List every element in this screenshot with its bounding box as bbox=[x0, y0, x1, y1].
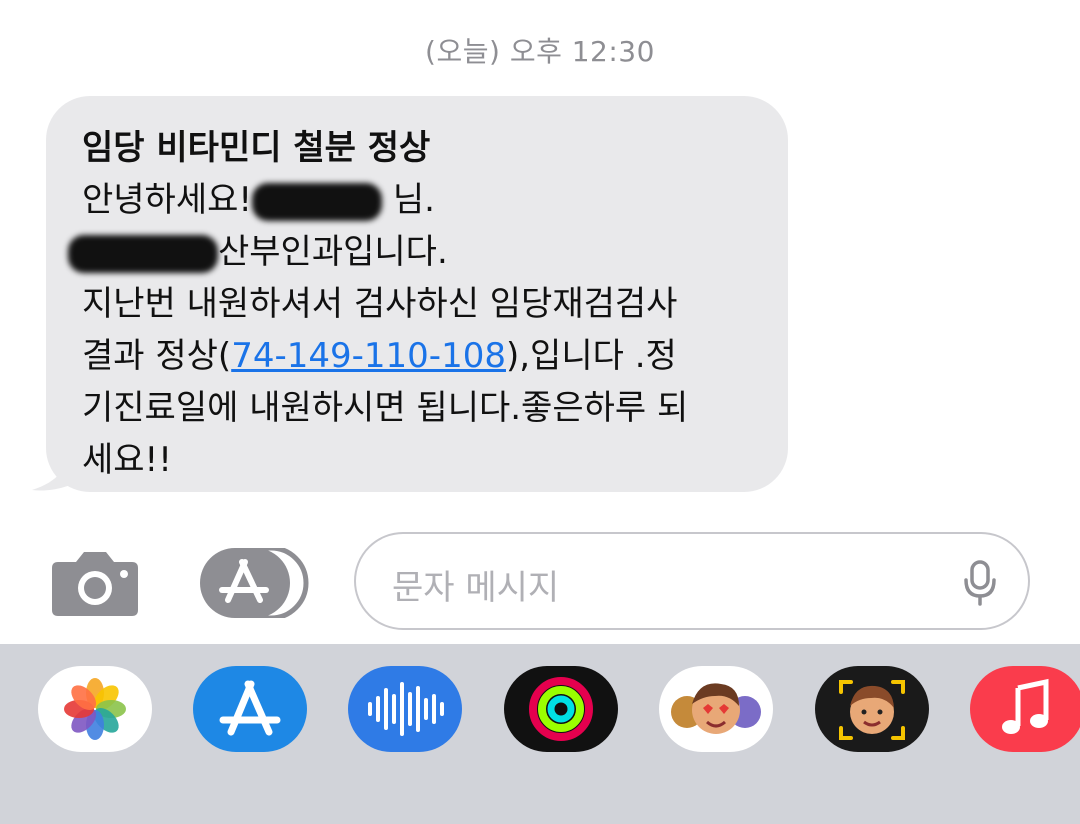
memoji-stickers-app-icon[interactable] bbox=[659, 666, 773, 752]
message-line-2: 산부인과입니다. bbox=[68, 226, 772, 278]
result-text-end: ),입니다 .정 bbox=[505, 336, 677, 376]
message-input[interactable]: 문자 메시지 bbox=[354, 532, 1030, 630]
message-timestamp: (오늘) 오후 12:30 bbox=[425, 35, 655, 68]
phone-number-link[interactable]: 74-149-110-108 bbox=[231, 336, 506, 376]
memoji-stickers-icon bbox=[671, 683, 761, 734]
microphone-icon[interactable] bbox=[962, 560, 998, 606]
activity-app-icon[interactable] bbox=[504, 666, 618, 752]
app-store-app-icon[interactable] bbox=[193, 666, 307, 752]
app-store-icon[interactable] bbox=[198, 548, 310, 618]
camera-icon[interactable] bbox=[50, 548, 140, 618]
honorific-text: 님. bbox=[392, 180, 435, 220]
message-line-6: 세요!! bbox=[82, 440, 172, 480]
message-text: 임당 비타민디 철분 정상 안녕하세요! 님. 산부인과입니다. 지난번 내원하… bbox=[68, 122, 772, 486]
photos-app-icon[interactable] bbox=[38, 666, 152, 752]
clinic-text: 산부인과입니다. bbox=[218, 232, 448, 272]
app-store-a-icon bbox=[219, 680, 281, 736]
redacted-clinic-name bbox=[68, 234, 218, 273]
bubble-tail bbox=[32, 446, 86, 491]
music-note-icon bbox=[1002, 678, 1049, 734]
message-input-placeholder: 문자 메시지 bbox=[392, 568, 560, 608]
message-line-1: 안녕하세요! 님. bbox=[82, 174, 772, 226]
redacted-name bbox=[252, 182, 383, 221]
imessage-app-drawer bbox=[0, 644, 1080, 824]
message-title: 임당 비타민디 철분 정상 bbox=[82, 128, 431, 168]
photos-flower-icon bbox=[64, 678, 126, 740]
activity-rings-icon bbox=[529, 677, 593, 741]
greeting-text: 안녕하세요! bbox=[82, 180, 253, 220]
memoji-face-icon bbox=[839, 680, 905, 740]
audio-message-app-icon[interactable] bbox=[348, 666, 462, 752]
composer-row: 문자 메시지 bbox=[0, 530, 1080, 640]
waveform-icon bbox=[368, 682, 444, 736]
message-line-4: 결과 정상(74-149-110-108),입니다 .정 bbox=[82, 330, 772, 382]
message-line-5: 기진료일에 내원하시면 됩니다.좋은하루 되 bbox=[82, 388, 689, 428]
message-line-3: 지난번 내원하셔서 검사하신 임당재검검사 bbox=[82, 284, 678, 324]
result-text: 결과 정상( bbox=[82, 336, 232, 376]
memoji-app-icon[interactable] bbox=[815, 666, 929, 752]
music-app-icon[interactable] bbox=[970, 666, 1080, 752]
